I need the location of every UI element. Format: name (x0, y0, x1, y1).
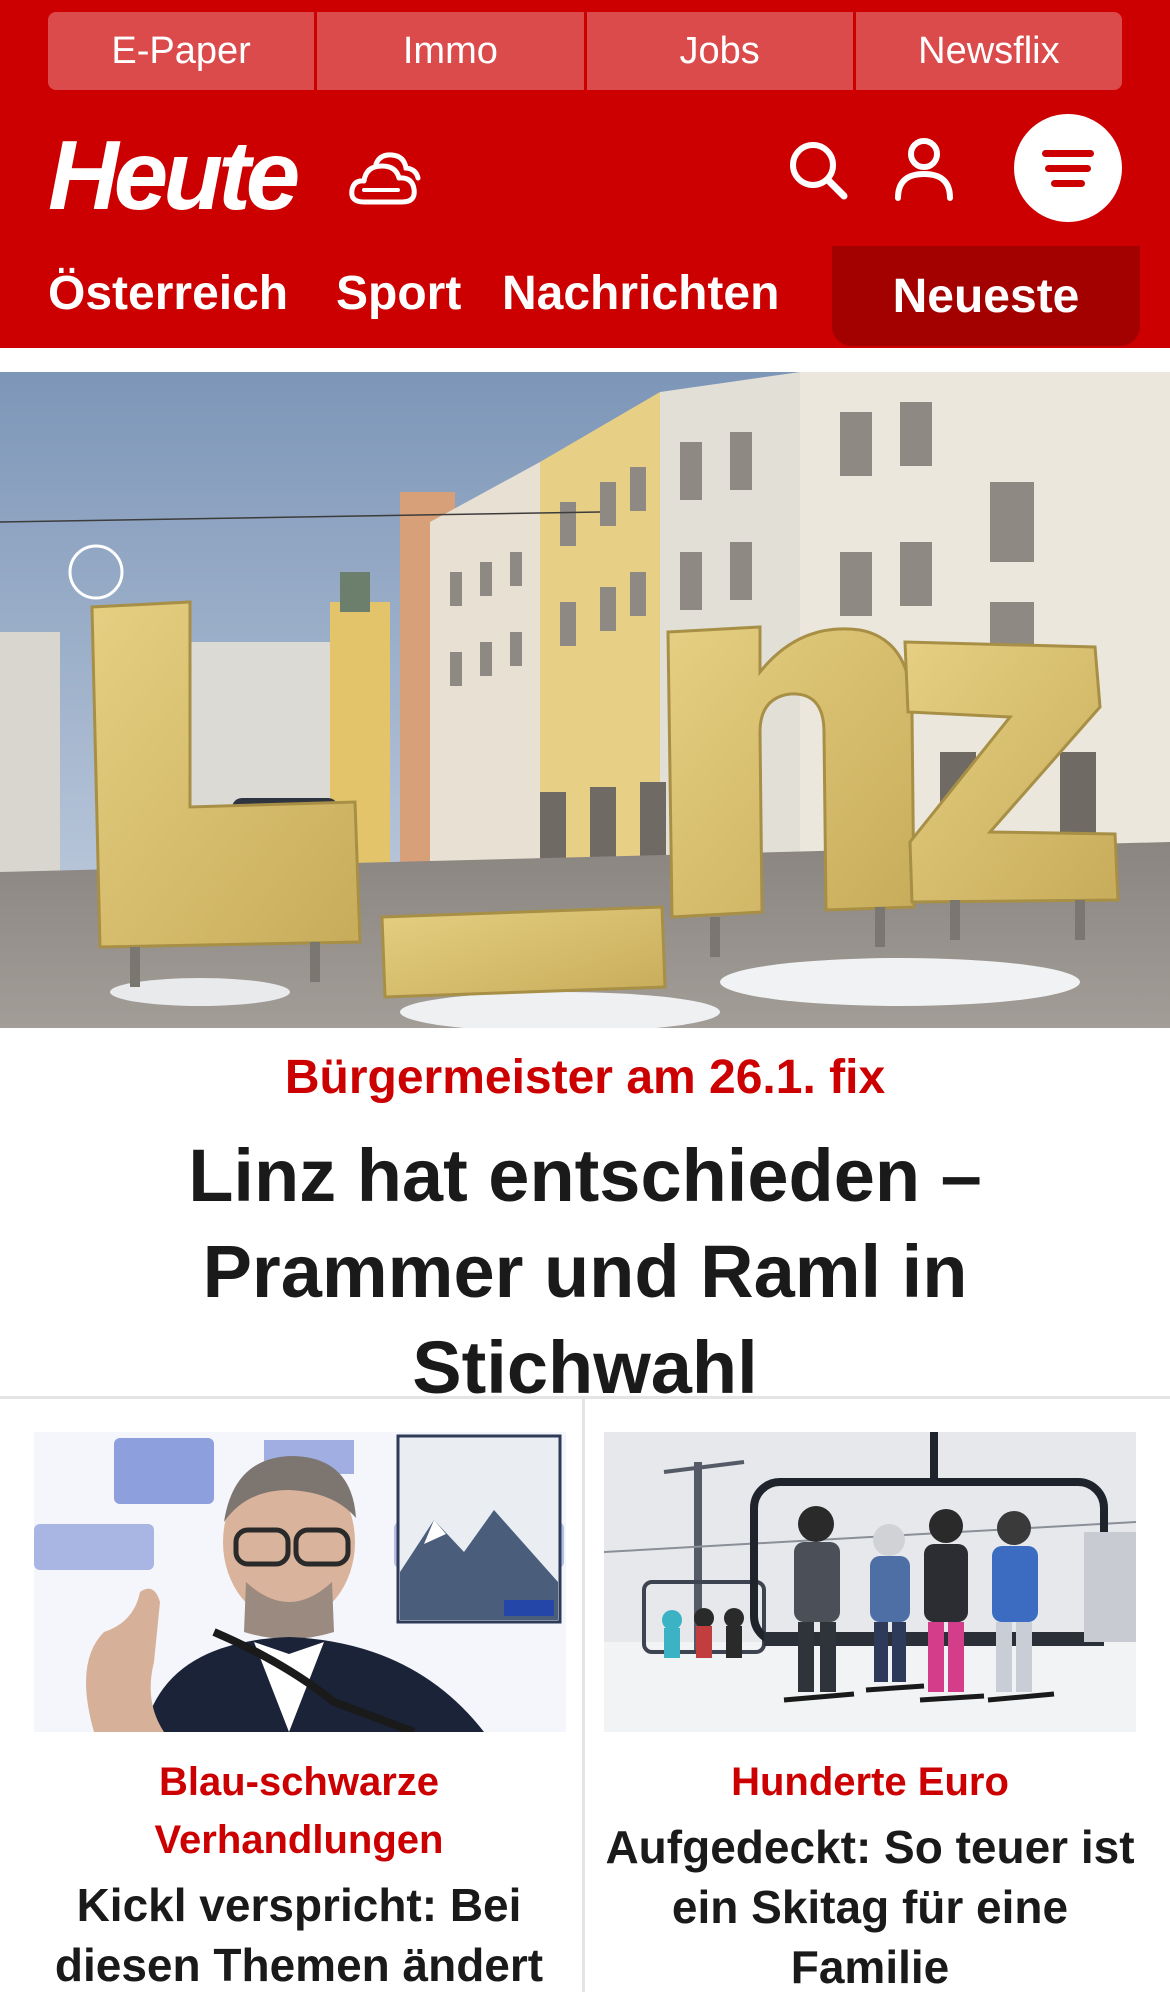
menu-icon-line (1051, 179, 1085, 187)
divider (0, 1396, 1170, 1399)
service-link-epaper[interactable]: E-Paper (48, 12, 318, 90)
site-logo[interactable]: Heute (48, 126, 300, 224)
teaser-title[interactable]: Kickl verspricht: Bei diesen Themen ände… (34, 1875, 564, 1992)
hero-kicker[interactable]: Bürgermeister am 26.1. fix (0, 1050, 1170, 1105)
teaser-image[interactable] (34, 1432, 566, 1736)
service-bar: E-Paper Immo Jobs Newsflix (48, 12, 1122, 90)
menu-icon-line (1045, 164, 1091, 172)
main-nav: Österreich Sport Nachrichten Neueste (0, 246, 1170, 348)
teaser-kicker[interactable]: Blau-schwarze Verhandlungen (34, 1753, 564, 1869)
search-icon[interactable] (786, 138, 850, 202)
menu-icon (1042, 149, 1094, 157)
teaser-card[interactable]: Hunderte Euro Aufgedeckt: So teuer ist e… (603, 1432, 1137, 1992)
teaser-image[interactable] (603, 1432, 1137, 1732)
service-link-newsflix[interactable]: Newsflix (855, 12, 1122, 90)
hero-image[interactable] (0, 372, 1170, 1028)
logo-row: Heute (0, 100, 1170, 240)
site-header: E-Paper Immo Jobs Newsflix Heute Österre… (0, 0, 1170, 348)
teaser-title[interactable]: Aufgedeckt: So teuer ist ein Skitag für … (604, 1817, 1136, 1992)
nav-item-oesterreich[interactable]: Österreich (48, 266, 288, 321)
nav-item-sport[interactable]: Sport (336, 266, 461, 321)
user-icon[interactable] (892, 134, 956, 202)
menu-button[interactable] (1014, 114, 1122, 222)
weather-icon[interactable] (346, 150, 422, 214)
teaser-card[interactable]: Blau-schwarze Verhandlungen Kickl verspr… (34, 1432, 566, 1992)
nav-item-neueste[interactable]: Neueste (832, 246, 1140, 346)
nav-item-nachrichten[interactable]: Nachrichten (502, 266, 779, 321)
divider (582, 1399, 585, 1992)
service-link-jobs[interactable]: Jobs (586, 12, 856, 90)
hero-title[interactable]: Linz hat entschieden – Prammer und Raml … (30, 1128, 1140, 1416)
service-link-immo[interactable]: Immo (317, 12, 587, 90)
teaser-kicker[interactable]: Hunderte Euro (604, 1753, 1136, 1811)
